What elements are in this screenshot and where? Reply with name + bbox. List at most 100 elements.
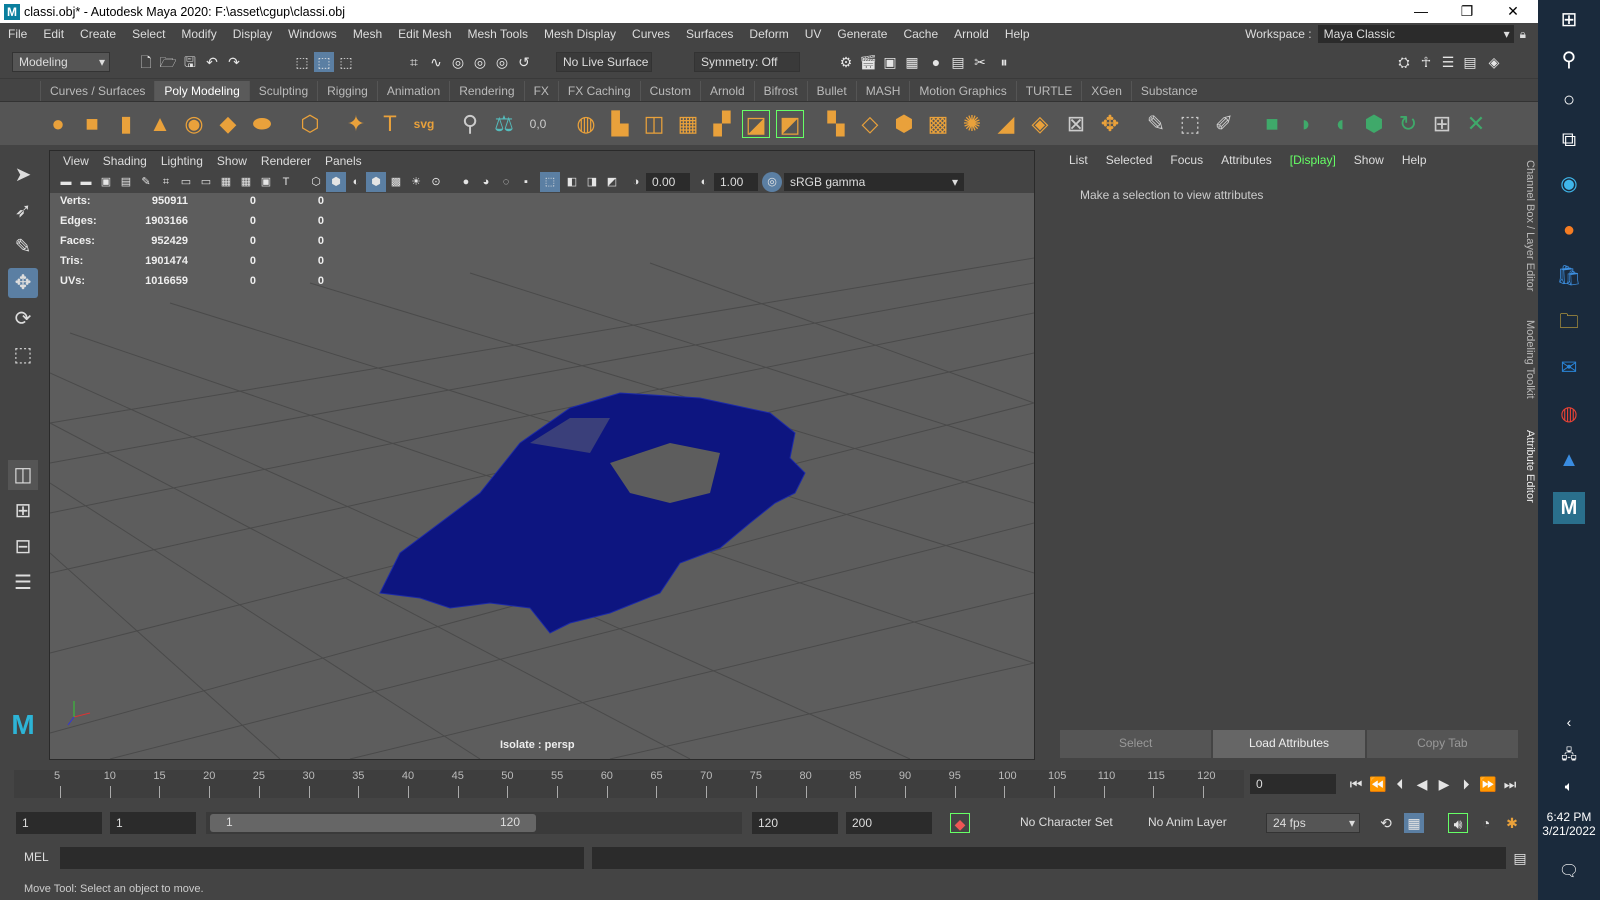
select-hierarchy-icon[interactable]: ⬚ bbox=[292, 52, 312, 72]
menu-generate[interactable]: Generate bbox=[829, 27, 895, 41]
redo-icon[interactable]: ↷ bbox=[224, 52, 244, 72]
menu-arnold[interactable]: Arnold bbox=[946, 27, 997, 41]
lock-icon[interactable]: 🔒︎ bbox=[1520, 27, 1526, 42]
separate-icon[interactable]: ⚖ bbox=[490, 110, 518, 138]
target-weld-icon[interactable]: ◢ bbox=[992, 110, 1020, 138]
extract-icon[interactable]: ▙ bbox=[606, 110, 634, 138]
smooth-icon[interactable]: ◍ bbox=[572, 110, 600, 138]
menu-modify[interactable]: Modify bbox=[173, 27, 224, 41]
platonic-solid-icon[interactable]: ⬡ bbox=[296, 110, 324, 138]
tab-mash[interactable]: MASH bbox=[855, 81, 910, 101]
anti-aliasing-icon[interactable]: ◌ bbox=[496, 172, 516, 192]
command-input[interactable] bbox=[60, 847, 584, 869]
sound-icon[interactable]: 🔊︎ bbox=[1448, 813, 1468, 833]
gamma-field[interactable]: 1.00 bbox=[714, 173, 758, 191]
menu-select[interactable]: Select bbox=[124, 27, 173, 41]
scale-tool-icon[interactable]: ⬚ bbox=[8, 340, 38, 370]
snap-curve-icon[interactable]: ∿ bbox=[426, 52, 446, 72]
cache-playback-icon[interactable]: ▦ bbox=[1404, 813, 1424, 833]
car-mesh[interactable] bbox=[379, 392, 806, 634]
tab-fx-caching[interactable]: FX Caching bbox=[557, 81, 640, 101]
gate-mask-icon[interactable]: ▦ bbox=[216, 172, 236, 192]
notifications-icon[interactable]: 🗨︎ bbox=[1553, 856, 1585, 888]
tab-rendering[interactable]: Rendering bbox=[449, 81, 523, 101]
step-forward-frame-icon[interactable]: ⏵ bbox=[1456, 774, 1476, 794]
wireframe-on-shaded-icon[interactable]: ⬢ bbox=[366, 172, 386, 192]
loop-icon[interactable]: ⟲ bbox=[1376, 813, 1396, 833]
playback-end-field[interactable]: 120 bbox=[752, 812, 838, 834]
snapshot-icon[interactable]: ✂ bbox=[970, 52, 990, 72]
range-track[interactable]: 1 120 bbox=[206, 812, 742, 834]
connect-icon[interactable]: ◈ bbox=[1026, 110, 1054, 138]
range-handle[interactable]: 1 120 bbox=[210, 814, 536, 832]
xray-icon[interactable]: ◧ bbox=[562, 172, 582, 192]
motion-blur-icon[interactable]: ◕ bbox=[476, 172, 496, 192]
snap-view-icon[interactable]: ◎ bbox=[470, 52, 490, 72]
menu-mesh[interactable]: Mesh bbox=[345, 27, 390, 41]
side-tab-attribute-editor[interactable]: Attribute Editor bbox=[1524, 430, 1536, 503]
attr-menu-focus[interactable]: Focus bbox=[1161, 150, 1212, 170]
symmetry-dropdown[interactable]: Symmetry: Off bbox=[694, 52, 800, 72]
poly-cone-icon[interactable]: ▲ bbox=[146, 110, 174, 138]
start-frame-field[interactable]: 1 bbox=[16, 812, 102, 834]
multi-cut-icon[interactable]: ✺ bbox=[958, 110, 986, 138]
pause-render-icon[interactable]: ⏸ bbox=[994, 52, 1014, 72]
single-perspective-icon[interactable]: ◫ bbox=[8, 460, 38, 490]
tab-xgen[interactable]: XGen bbox=[1081, 81, 1131, 101]
persp-outliner-icon[interactable]: ⊟ bbox=[8, 532, 38, 562]
poly-sphere-icon[interactable]: ● bbox=[44, 110, 72, 138]
save-scene-icon[interactable]: 🖫︎ bbox=[180, 52, 200, 72]
select-component-icon[interactable]: ⬚ bbox=[336, 52, 356, 72]
fill-hole-icon[interactable]: ▞ bbox=[708, 110, 736, 138]
minimize-button[interactable]: — bbox=[1398, 0, 1444, 23]
menu-mesh-tools[interactable]: Mesh Tools bbox=[460, 27, 536, 41]
go-to-end-icon[interactable]: ⏭ bbox=[1500, 774, 1520, 794]
tab-animation[interactable]: Animation bbox=[376, 81, 449, 101]
menu-edit-mesh[interactable]: Edit Mesh bbox=[390, 27, 459, 41]
modeling-toolkit-icon[interactable]: ⛭ bbox=[1394, 52, 1414, 72]
open-scene-icon[interactable]: 🗁︎ bbox=[158, 52, 178, 72]
tab-custom[interactable]: Custom bbox=[639, 81, 700, 101]
color-space-dropdown[interactable]: sRGB gamma ▾ bbox=[784, 173, 964, 191]
mirror-icon[interactable]: ◫ bbox=[640, 110, 668, 138]
center-pivot-icon[interactable]: 0,0 bbox=[524, 110, 552, 138]
layout-uv-icon[interactable]: ⊞ bbox=[1428, 110, 1456, 138]
add-divisions-icon[interactable]: ▩ bbox=[924, 110, 952, 138]
store-icon[interactable]: 🛍︎ bbox=[1553, 260, 1585, 292]
depth-of-field-icon[interactable]: ▪ bbox=[516, 172, 536, 192]
edge-browser-icon[interactable]: ◉ bbox=[1553, 168, 1585, 200]
restore-button[interactable]: ❐ bbox=[1444, 0, 1490, 23]
script-editor-icon[interactable]: ▤ bbox=[1510, 848, 1530, 868]
load-attributes-button[interactable]: Load Attributes bbox=[1213, 730, 1365, 758]
playback-speed-icon[interactable]: ◔ bbox=[1476, 813, 1496, 833]
attribute-editor-icon[interactable]: ☰ bbox=[1438, 52, 1458, 72]
render-settings-icon[interactable]: ⚙ bbox=[836, 52, 856, 72]
bevel-icon[interactable]: ◩ bbox=[776, 110, 804, 138]
attr-menu-show[interactable]: Show bbox=[1345, 150, 1393, 170]
combine-icon[interactable]: ⚲ bbox=[456, 110, 484, 138]
tab-bullet[interactable]: Bullet bbox=[806, 81, 856, 101]
tab-rigging[interactable]: Rigging bbox=[317, 81, 377, 101]
super-shape-icon[interactable]: ✦ bbox=[342, 110, 370, 138]
fps-dropdown[interactable]: 24 fps ▾ bbox=[1266, 813, 1360, 833]
image-plane-icon[interactable]: ▣ bbox=[96, 172, 116, 192]
end-frame-field[interactable]: 200 bbox=[846, 812, 932, 834]
default-material-icon[interactable]: ◐ bbox=[346, 172, 366, 192]
snap-point-icon[interactable]: ◎ bbox=[448, 52, 468, 72]
step-forward-key-icon[interactable]: ⏩ bbox=[1478, 774, 1498, 794]
gamma-icon[interactable]: ◐ bbox=[694, 172, 714, 192]
windows-start-icon[interactable]: ⊞ bbox=[1553, 4, 1585, 36]
time-slider-bar[interactable]: 5 10 15 20 25 30 35 40 45 50 55 60 65 70 75 80 85 90 95 100… bbox=[14, 770, 1244, 798]
select-button[interactable]: Select bbox=[1060, 730, 1212, 758]
bookmark-icon[interactable]: ▬ bbox=[76, 172, 96, 192]
color-management-icon[interactable]: ◎ bbox=[762, 172, 782, 192]
menu-file[interactable]: File bbox=[0, 27, 35, 41]
cut-faces-icon[interactable]: ⊠ bbox=[1062, 110, 1090, 138]
tab-arnold[interactable]: Arnold bbox=[699, 81, 754, 101]
snap-grid-icon[interactable]: ⌗ bbox=[404, 52, 424, 72]
boolean-int-icon[interactable]: ⬢ bbox=[890, 110, 918, 138]
menu-deform[interactable]: Deform bbox=[741, 27, 796, 41]
safe-action-icon[interactable]: ▣ bbox=[256, 172, 276, 192]
rotate-tool-icon[interactable]: ⟳ bbox=[8, 304, 38, 334]
bridge-icon[interactable]: ▦ bbox=[674, 110, 702, 138]
